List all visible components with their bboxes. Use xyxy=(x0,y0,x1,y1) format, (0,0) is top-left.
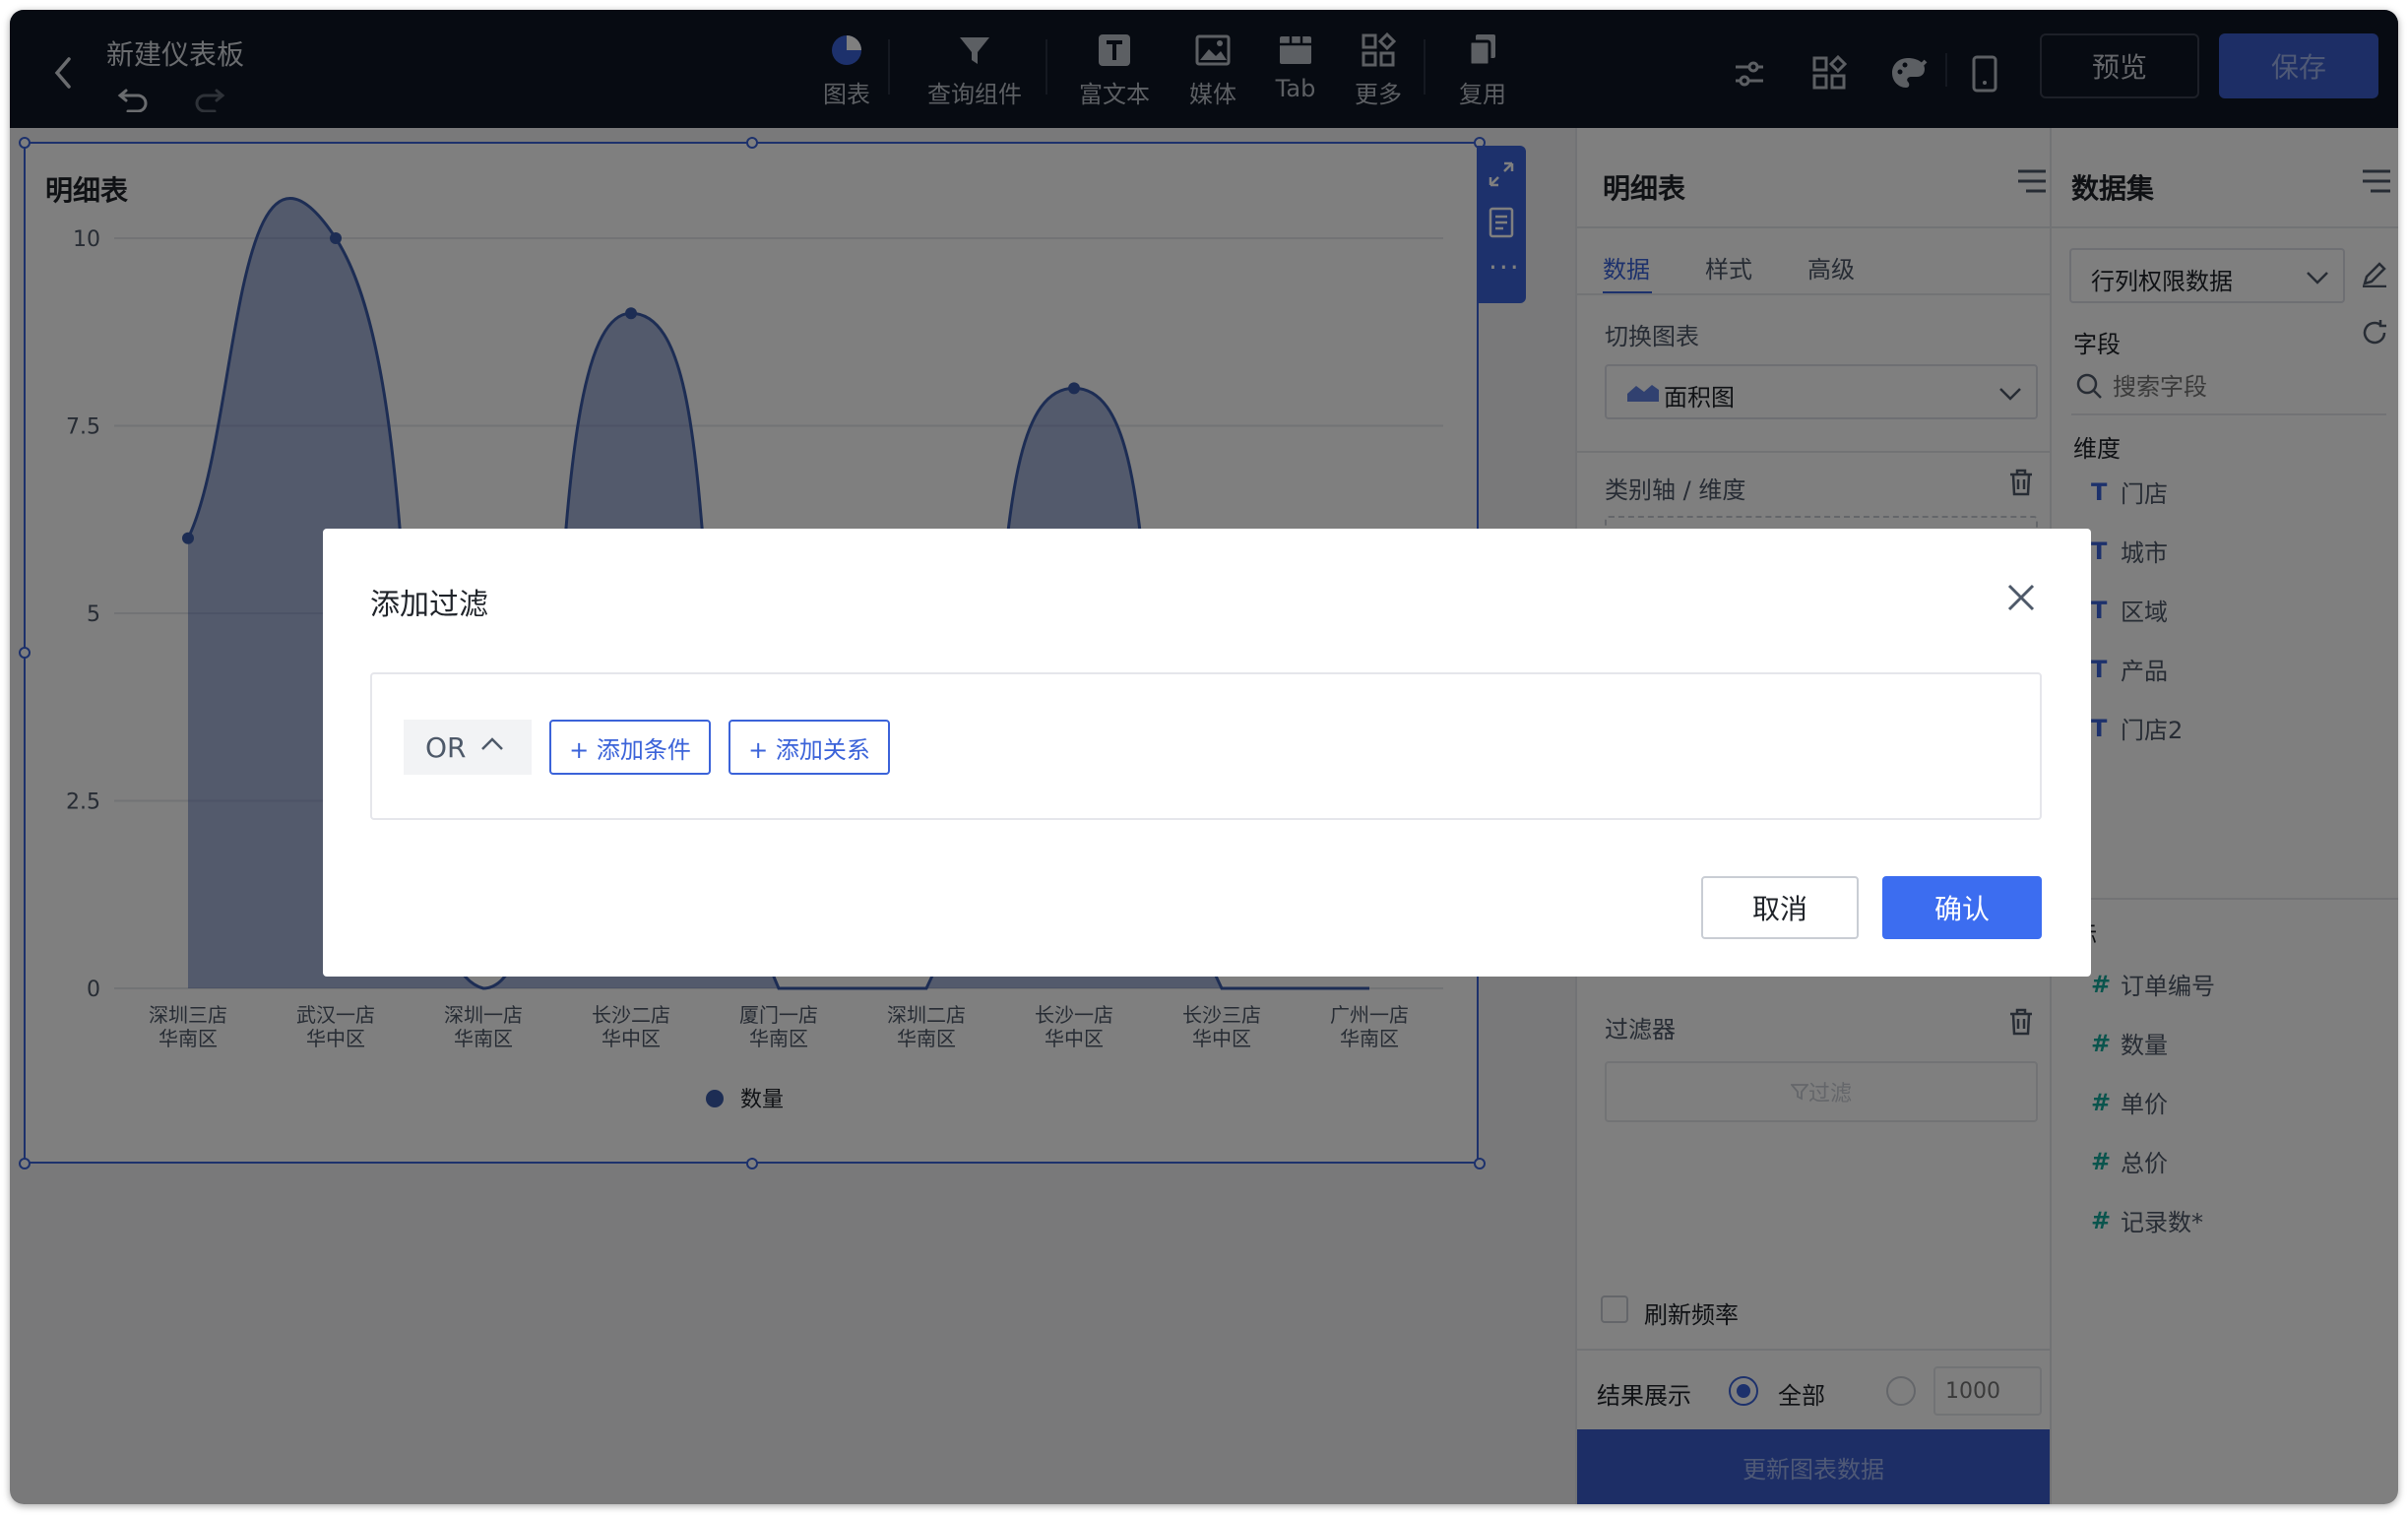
add-condition-button[interactable]: + 添加条件 xyxy=(549,720,711,775)
logic-toggle[interactable]: OR xyxy=(404,720,532,775)
logic-value: OR xyxy=(425,730,467,764)
add-condition-label: + 添加条件 xyxy=(569,735,691,764)
confirm-label: 确认 xyxy=(1933,893,1990,925)
dialog-title: 添加过滤 xyxy=(370,588,488,622)
confirm-button[interactable]: 确认 xyxy=(1882,876,2042,939)
filter-condition-box: OR + 添加条件 + 添加关系 xyxy=(370,672,2042,820)
add-filter-dialog: 添加过滤 OR + 添加条件 + 添加关系 取消 确认 xyxy=(323,529,2091,977)
close-icon[interactable] xyxy=(2006,583,2036,612)
add-relation-label: + 添加关系 xyxy=(748,735,870,764)
app-window: 新建仪表板 图表 查询组件 富文本 媒体 Tab xyxy=(10,10,2398,1504)
cancel-button[interactable]: 取消 xyxy=(1701,876,1859,939)
chevron-up-icon xyxy=(480,737,503,750)
cancel-label: 取消 xyxy=(1751,893,1807,925)
add-relation-button[interactable]: + 添加关系 xyxy=(729,720,890,775)
